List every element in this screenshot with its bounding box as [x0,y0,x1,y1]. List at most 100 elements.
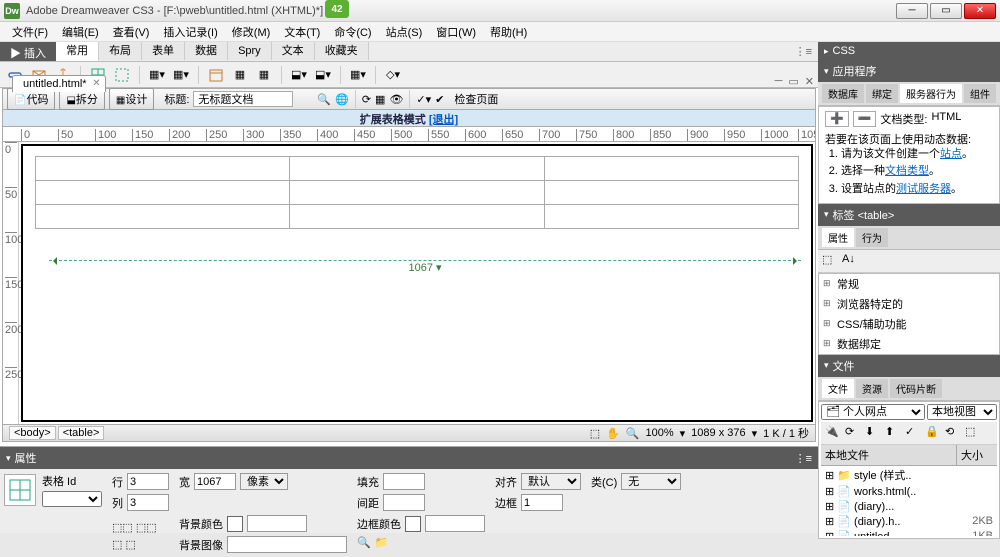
bordercolor-input[interactable] [425,515,485,532]
sync-icon[interactable]: ⟲ [945,425,961,441]
bordercolor-swatch[interactable] [405,516,421,532]
step-link[interactable]: 文档类型 [885,165,929,177]
folder-icon[interactable]: 📁 [375,536,389,549]
files-panel-header[interactable]: 文件 [818,355,1000,377]
step-link[interactable]: 测试服务器 [896,183,951,195]
file-row[interactable]: ⊞ 📄 untitled...1KB [821,529,997,536]
div-icon[interactable] [113,66,131,84]
insert-tab[interactable]: 常用 [56,42,99,61]
globe-icon[interactable]: 🌐 [335,93,349,106]
app-subtab[interactable]: 组件 [964,84,996,103]
tag-chooser-icon[interactable]: ◇▾ [384,66,402,84]
notification-badge[interactable]: 42 [325,0,349,18]
border-input[interactable] [521,494,563,511]
document-tab[interactable]: untitled.html*✕ [12,75,106,92]
table-cell[interactable] [544,181,798,205]
tag-selector[interactable]: <body><table> [9,427,106,439]
file-col-size[interactable]: 大小 [957,445,997,465]
minimize-button[interactable]: ─ [896,3,928,19]
rows-input[interactable] [127,473,169,490]
cols-input[interactable] [127,494,169,511]
table-cell[interactable] [290,157,544,181]
head-icon[interactable]: ⬓▾ [290,66,308,84]
attr-group[interactable]: ⊞数据绑定 [819,334,999,354]
class-select[interactable]: 无 [621,473,681,490]
hand-tool-icon[interactable]: ✋ [606,427,620,440]
menu-item[interactable]: 窗口(W) [430,22,482,42]
zoom-tool-icon[interactable]: 🔍 [626,427,640,440]
attr-group[interactable]: ⊞浏览器特定的 [819,294,999,314]
file-row[interactable]: ⊞ 📄 (diary)... [821,499,997,514]
tag-path-item[interactable]: <body> [9,426,56,440]
align-icons[interactable]: ⬚⬚ ⬚⬚ [112,521,157,534]
app-subtab[interactable]: 服务器行为 [900,84,962,103]
app-subtab[interactable]: 绑定 [866,84,898,103]
design-canvas[interactable]: 050100150200250 1067 ▾ [2,142,816,424]
collapse-icon[interactable]: ─ [775,75,783,88]
menu-item[interactable]: 命令(C) [328,22,377,42]
exit-expanded-link[interactable]: [退出] [429,114,458,126]
files-subtab[interactable]: 文件 [822,379,854,398]
refresh-icon[interactable]: ⟳ [362,93,371,106]
doc-close-icon[interactable]: ✕ [805,75,814,88]
validate-icon[interactable]: ✓▾ [416,93,431,106]
close-tab-icon[interactable]: ✕ [92,78,100,89]
files-subtab[interactable]: 资源 [856,379,888,398]
sort-az-icon[interactable]: A↓ [842,253,858,269]
menu-item[interactable]: 修改(M) [226,22,277,42]
insert-tab[interactable]: 表单 [142,42,185,60]
files-subtab[interactable]: 代码片断 [890,379,942,398]
checkout-icon[interactable]: ✓ [905,425,921,441]
remove-icon[interactable]: ➖ [853,111,877,127]
media-icon[interactable]: ▦▾ [172,66,190,84]
select-tool-icon[interactable]: ⬚ [590,427,600,440]
insert-bar-label[interactable]: ▶ 插入 [0,42,56,61]
file-col-name[interactable]: 本地文件 [821,445,957,465]
script-icon[interactable]: ⬓▾ [314,66,332,84]
file-tree[interactable]: ⊞ 📁 style (样式..⊞ 📄 works.html(..⊞ 📄 (dia… [821,466,997,536]
window-size[interactable]: 1089 x 376 [691,427,745,439]
menu-item[interactable]: 文本(T) [278,22,326,42]
bgimage-input[interactable] [227,536,347,553]
table-width-indicator[interactable]: 1067 ▾ [49,260,801,274]
put-icon[interactable]: ⬆ [885,425,901,441]
visual-aids-icon[interactable]: 👁 [389,93,403,106]
view-select[interactable]: 本地视图 [927,404,997,420]
add-icon[interactable]: ➕ [825,111,849,127]
align-select[interactable]: 默认 [521,473,581,490]
menu-item[interactable]: 站点(S) [380,22,429,42]
refresh-files-icon[interactable]: ⟳ [845,425,861,441]
properties-header[interactable]: 属性⋮≡ [0,447,818,469]
menu-item[interactable]: 文件(F) [6,22,54,42]
check-page-label[interactable]: 检查页面 [454,91,498,107]
table-cell[interactable] [544,205,798,229]
bgcolor-swatch[interactable] [227,516,243,532]
close-button[interactable]: ✕ [964,3,996,19]
table-cell[interactable] [290,205,544,229]
edit-area[interactable]: 1067 ▾ [21,144,813,422]
check-icon[interactable]: ✔ [435,93,444,106]
insert-tab[interactable]: 文本 [272,42,315,60]
server-include-icon[interactable]: ▦ [231,66,249,84]
image-icon[interactable]: ▦▾ [148,66,166,84]
tag-subtab[interactable]: 行为 [856,228,888,247]
menu-item[interactable]: 帮助(H) [484,22,533,42]
css-panel-header[interactable]: CSS [818,42,1000,60]
app-subtab[interactable]: 数据库 [822,84,864,103]
panel-options-icon[interactable]: ⋮≡ [789,42,818,61]
no-browser-icon[interactable]: 🔍 [317,93,331,106]
user-table[interactable] [35,156,799,229]
table-cell[interactable] [36,205,290,229]
templates-icon[interactable]: ▦▾ [349,66,367,84]
zoom-level[interactable]: 100% [646,427,674,439]
table-cell[interactable] [36,181,290,205]
date-icon[interactable] [207,66,225,84]
file-row[interactable]: ⊞ 📁 style (样式.. [821,466,997,484]
width-input[interactable] [194,473,236,490]
tag-subtab[interactable]: 属性 [822,228,854,247]
tag-path-item[interactable]: <table> [58,426,105,440]
view-options-icon[interactable]: ▦ [375,93,385,106]
attr-group[interactable]: ⊞常规 [819,274,999,294]
insert-tab[interactable]: 收藏夹 [315,42,369,60]
expand-icon[interactable]: ⬚ [965,425,981,441]
